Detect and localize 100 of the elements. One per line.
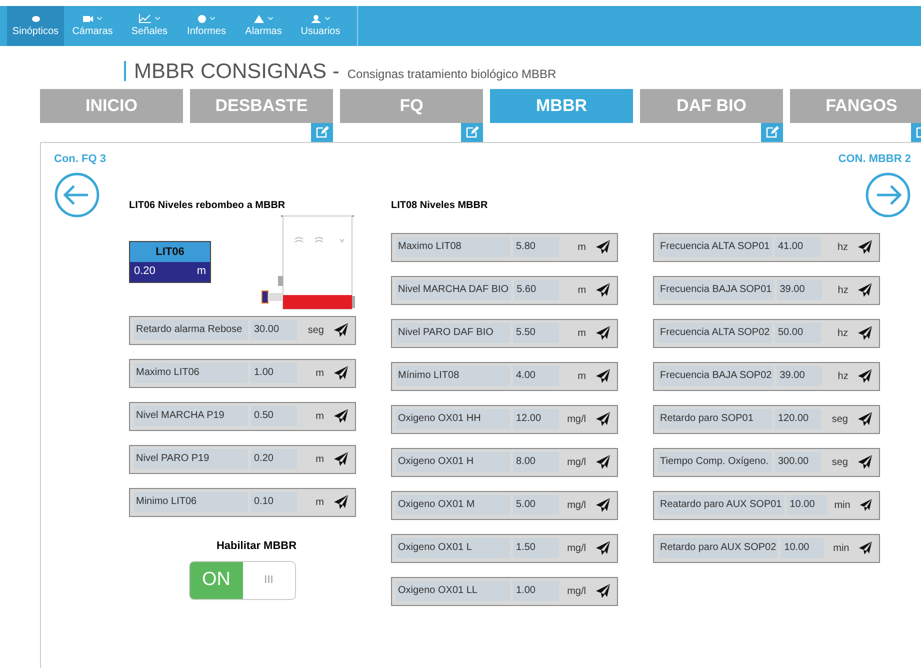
page-subtitle: Consignas tratamiento biológico MBBR [347,66,556,83]
page-title: MBBR CONSIGNAS - [134,59,340,85]
chart-icon [139,14,151,23]
send-icon[interactable] [857,239,873,255]
gauge-unit: m [196,264,206,280]
setpoint-value[interactable]: 1.00 [251,363,297,383]
setpoint-value[interactable]: 1.50 [513,538,559,558]
unit-label: m [314,366,324,380]
setpoint-label: Tiempo Comp. Oxígeno. [658,452,772,472]
unit-label: hz [836,284,848,298]
setpoint-label: Retardo paro SOP01 [658,409,772,429]
unit-label: m [314,496,324,510]
unit-label: m [314,452,324,466]
gauge-label: LIT06 [130,242,210,262]
title-accent [124,61,126,81]
setpoint-value[interactable]: 120.00 [775,409,821,429]
send-icon[interactable] [333,408,349,424]
setpoint-value[interactable]: 0.10 [251,492,297,512]
caret-icon [97,17,102,20]
caret-icon [210,17,215,20]
setpoint-label: Frecuencia ALTA SOP02 [658,323,772,343]
unit-label: m [314,410,324,424]
send-icon[interactable] [595,583,611,599]
nav-item[interactable]: Sinópticos [7,6,64,46]
unit-label: seg [830,412,848,426]
setpoint-value[interactable]: 10.00 [786,495,827,515]
setpoint-value[interactable]: 5.50 [513,323,559,343]
send-icon[interactable] [857,282,873,298]
setpoint-label: Nivel PARO P19 [134,449,248,469]
setpoint-value[interactable]: 30.00 [251,320,297,340]
unit-label: mg/l [566,456,586,470]
setpoint-value[interactable]: 8.00 [513,452,559,472]
setpoint-value[interactable]: 50.00 [775,323,821,343]
section-heading: LIT06 Niveles rebombeo a MBBR [129,198,286,212]
setpoint-value[interactable]: 5.60 [514,280,560,300]
gauge-value: 0.20 [134,264,156,280]
setpoint-value[interactable]: 0.20 [251,449,297,469]
send-icon[interactable] [859,497,873,513]
send-icon[interactable] [333,365,349,381]
send-icon[interactable] [857,368,873,384]
setpoint-label: Retardo alarma Rebose [134,320,248,340]
unit-label: m [576,240,586,254]
setpoint-value[interactable]: 41.00 [775,237,821,257]
send-icon[interactable] [595,540,611,556]
send-icon[interactable] [333,322,349,338]
unit-label: hz [836,240,848,254]
edit-icon[interactable] [461,123,483,142]
send-icon[interactable] [857,325,873,341]
camera-icon [83,16,93,22]
setpoint-value[interactable]: 4.00 [513,366,559,386]
setpoint-value[interactable]: 10.00 [781,538,824,558]
setpoint-value[interactable]: 1.00 [513,581,559,601]
setpoint-label: Mínimo LIT08 [396,366,510,386]
send-icon[interactable] [595,454,611,470]
caret-icon [155,17,160,20]
setpoint-label: Nivel PARO DAF BIO [396,323,510,343]
setpoint-label: Oxigeno OX01 M [396,495,510,515]
send-icon[interactable] [595,368,611,384]
setpoint-label: Maximo LIT06 [134,363,248,383]
unit-label: hz [836,326,848,340]
setpoint-value[interactable]: 39.00 [776,280,822,300]
setpoint-label: Oxigeno OX01 H [396,452,510,472]
unit-label: min [832,542,850,556]
setpoint-label: Reatardo paro AUX SOP01 [658,495,784,515]
setpoint-value[interactable]: 5.00 [513,495,559,515]
unit-label: m [576,326,586,340]
setpoint-value[interactable]: 0.50 [251,406,297,426]
send-icon[interactable] [857,411,873,427]
setpoint-value[interactable]: 12.00 [513,409,559,429]
setpoint-label: Retardo paro AUX SOP02 [658,538,778,558]
toggle-off-text: III [242,562,295,599]
setpoint-value[interactable]: 5.80 [513,237,559,257]
circle-icon [198,14,206,22]
toggle-on-text: ON [190,562,242,599]
edit-icon[interactable] [761,123,783,142]
eye-icon [32,16,40,22]
setpoint-label: Nivel MARCHA P19 [134,406,248,426]
send-icon[interactable] [858,540,873,556]
user-icon [311,14,321,22]
send-icon[interactable] [333,494,349,510]
send-icon[interactable] [595,282,611,298]
warning-icon [254,14,264,22]
send-icon[interactable] [595,325,611,341]
unit-label: seg [306,324,324,338]
setpoint-value[interactable]: 300.00 [775,452,821,472]
edit-icon[interactable] [311,123,333,142]
unit-label: mg/l [566,542,586,556]
caret-icon [268,17,273,20]
setpoint-label: Minimo LIT06 [134,492,248,512]
setpoint-value[interactable]: 39.00 [776,366,822,386]
send-icon[interactable] [857,454,873,470]
unit-label: hz [836,370,848,384]
send-icon[interactable] [595,411,611,427]
unit-label: mg/l [566,584,586,598]
send-icon[interactable] [595,497,611,513]
unit-label: min [833,498,850,512]
send-icon[interactable] [333,451,349,467]
send-icon[interactable] [595,239,611,255]
unit-label: m [576,370,586,384]
setpoint-label: Oxigeno OX01 L [396,538,510,558]
